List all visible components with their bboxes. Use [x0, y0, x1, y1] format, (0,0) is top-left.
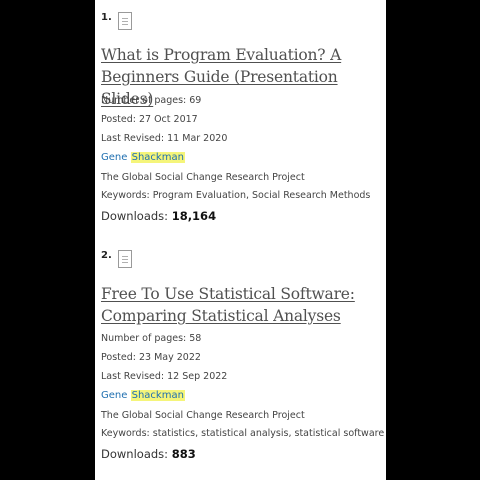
author-link[interactable]: Gene Shackman — [101, 390, 185, 401]
title-line: Comparing Statistical Analyses — [101, 307, 341, 325]
author-last-name: Shackman — [130, 152, 185, 163]
posted-date: Posted: 27 Oct 2017 — [101, 114, 198, 125]
document-icon[interactable] — [118, 250, 132, 268]
author-first-name: Gene — [101, 390, 128, 401]
downloads-label: Downloads: — [101, 209, 169, 223]
downloads: Downloads: 18,164 — [101, 209, 216, 223]
revised-date: Last Revised: 12 Sep 2022 — [101, 371, 228, 382]
keywords: Keywords: Program Evaluation, Social Res… — [101, 190, 371, 201]
author-link[interactable]: Gene Shackman — [101, 152, 185, 163]
author-first-name: Gene — [101, 152, 128, 163]
keywords: Keywords: statistics, statistical analys… — [101, 428, 385, 439]
page-count: Number of pages: 69 — [101, 95, 202, 106]
affiliation: The Global Social Change Research Projec… — [101, 172, 305, 183]
downloads-count: 18,164 — [171, 209, 217, 223]
revised-date: Last Revised: 11 Mar 2020 — [101, 133, 228, 144]
title-line: Free To Use Statistical Software: — [101, 285, 355, 303]
affiliation: The Global Social Change Research Projec… — [101, 410, 305, 421]
results-panel: 1. What is Program Evaluation? A Beginne… — [95, 0, 386, 480]
result-number: 2. — [101, 250, 112, 261]
downloads: Downloads: 883 — [101, 447, 196, 461]
downloads-label: Downloads: — [101, 447, 169, 461]
document-icon[interactable] — [118, 12, 132, 30]
result-title-link[interactable]: Free To Use Statistical Software: Compar… — [101, 283, 386, 327]
title-line: What is Program Evaluation? A — [101, 46, 342, 64]
result-number: 1. — [101, 12, 112, 23]
downloads-count: 883 — [171, 447, 196, 461]
author-last-name: Shackman — [130, 390, 185, 401]
page-count: Number of pages: 58 — [101, 333, 202, 344]
posted-date: Posted: 23 May 2022 — [101, 352, 201, 363]
